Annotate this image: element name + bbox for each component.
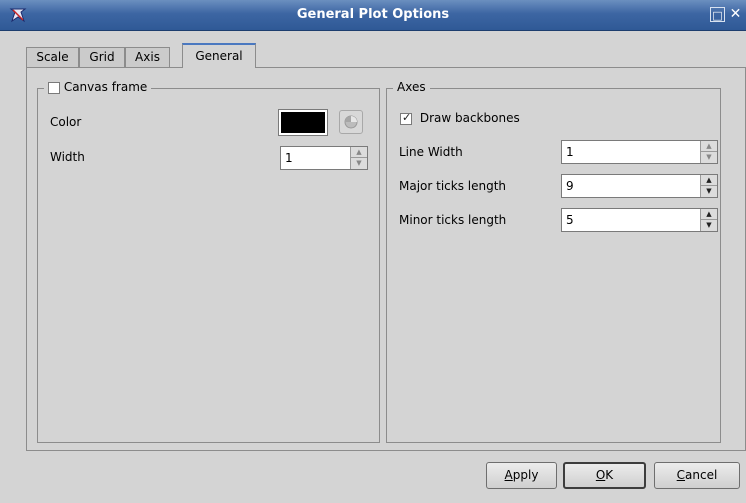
cancel-label: ancel (685, 468, 718, 482)
major-ticks-input[interactable] (564, 177, 701, 195)
canvas-frame-header: Canvas frame (44, 80, 152, 94)
minor-ticks-stepper: ▲ ▼ (700, 209, 717, 231)
minor-ticks-spinbox[interactable]: ▲ ▼ (561, 208, 718, 232)
major-ticks-stepper: ▲ ▼ (700, 175, 717, 197)
width-stepper: ▲ ▼ (350, 147, 367, 169)
minor-ticks-input[interactable] (564, 211, 701, 229)
arrow-down-icon[interactable]: ▼ (701, 186, 717, 197)
arrow-up-icon[interactable]: ▲ (701, 209, 717, 220)
window-title: General Plot Options (296, 7, 450, 22)
line-width-spinbox[interactable]: ▲ ▼ (561, 140, 718, 164)
apply-mnemonic: A (504, 468, 513, 482)
arrow-up-icon[interactable]: ▲ (701, 141, 717, 152)
canvas-frame-group: Canvas frame Color Width ▲ ▼ (37, 80, 380, 443)
draw-backbones-label: Draw backbones (419, 111, 520, 125)
tab-grid[interactable]: Grid (79, 47, 125, 67)
draw-backbones-row[interactable]: Draw backbones (400, 111, 520, 125)
arrow-down-icon[interactable]: ▼ (701, 220, 717, 231)
draw-backbones-checkbox[interactable] (400, 111, 412, 125)
major-ticks-label: Major ticks length (399, 179, 507, 193)
apply-button[interactable]: Apply (486, 462, 557, 489)
cancel-button[interactable]: Cancel (654, 462, 740, 489)
arrow-up-icon[interactable]: ▲ (701, 175, 717, 186)
line-width-stepper: ▲ ▼ (700, 141, 717, 163)
line-width-input[interactable] (564, 143, 701, 161)
minor-ticks-label: Minor ticks length (399, 213, 507, 227)
tab-axis[interactable]: Axis (125, 47, 170, 67)
width-input[interactable] (283, 149, 351, 167)
title-bar: General Plot Options □ ✕ (0, 0, 746, 31)
axes-title: Axes (393, 80, 430, 94)
width-label: Width (50, 150, 85, 164)
color-swatch[interactable] (278, 109, 328, 136)
axes-group: Axes Draw backbones Line Width ▲ ▼ Major… (386, 80, 721, 443)
color-label: Color (50, 115, 82, 129)
ok-mnemonic: O (595, 468, 606, 482)
apply-label: pply (512, 468, 539, 482)
line-width-label: Line Width (399, 145, 463, 159)
width-spinbox[interactable]: ▲ ▼ (280, 146, 368, 170)
tab-general[interactable]: General (182, 43, 256, 68)
major-ticks-spinbox[interactable]: ▲ ▼ (561, 174, 718, 198)
canvas-frame-title: Canvas frame (63, 80, 148, 94)
close-icon[interactable]: ✕ (728, 7, 743, 22)
tab-scale[interactable]: Scale (26, 47, 79, 67)
arrow-down-icon[interactable]: ▼ (701, 152, 717, 163)
maximize-icon[interactable]: □ (710, 7, 725, 22)
ok-label: K (605, 468, 614, 482)
arrow-down-icon[interactable]: ▼ (351, 158, 367, 169)
canvas-frame-checkbox[interactable] (48, 81, 60, 94)
ok-button[interactable]: OK (563, 462, 646, 489)
cancel-mnemonic: C (676, 468, 686, 482)
general-tab-panel: Canvas frame Color Width ▲ ▼ Axes Draw b… (26, 67, 746, 451)
arrow-up-icon[interactable]: ▲ (351, 147, 367, 158)
color-wheel-icon[interactable] (339, 110, 363, 134)
